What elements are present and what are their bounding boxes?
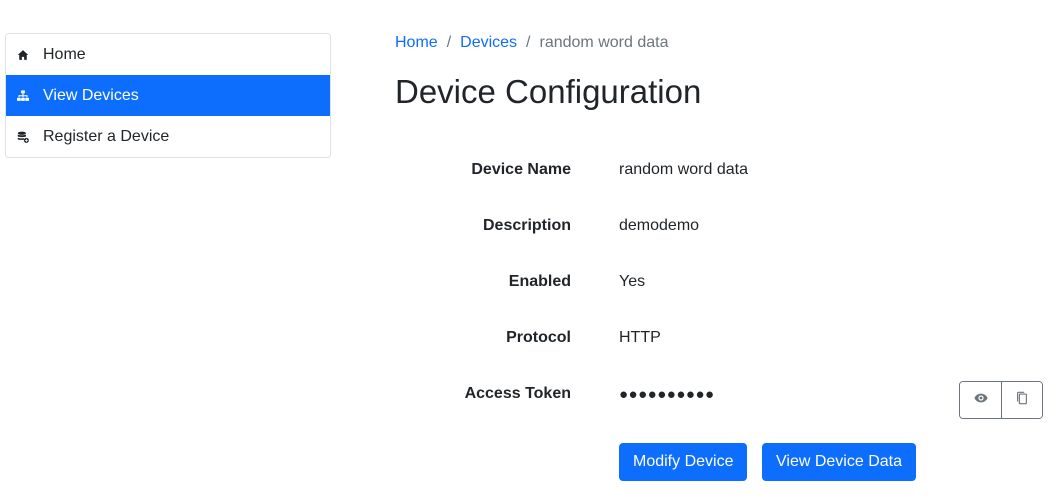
access-token-label: Access Token: [464, 385, 571, 402]
access-token-value: ●●●●●●●●●●: [619, 385, 715, 403]
detail-row-description: Description demodemo: [395, 214, 895, 238]
protocol-label: Protocol: [506, 329, 571, 346]
show-token-button[interactable]: [960, 382, 1001, 418]
sidebar-item-label: View Devices: [43, 87, 139, 104]
sidebar-nav: Home View Devices Register a Device: [5, 33, 331, 158]
detail-row-protocol: Protocol HTTP: [395, 326, 895, 350]
breadcrumb: Home / Devices / random word data: [395, 34, 668, 52]
sidebar-item-label: Register a Device: [43, 128, 170, 145]
breadcrumb-separator: /: [526, 34, 531, 51]
protocol-value: HTTP: [619, 329, 661, 346]
breadcrumb-devices-link[interactable]: Devices: [460, 34, 517, 52]
copy-token-button[interactable]: [1001, 382, 1042, 418]
sidebar-item-label: Home: [43, 45, 86, 63]
page-title: Device Configuration: [395, 73, 702, 110]
eye-icon: [973, 391, 988, 410]
sidebar-item-view-devices[interactable]: View Devices: [6, 75, 330, 116]
copy-icon: [1015, 391, 1029, 410]
view-device-data-button[interactable]: View Device Data: [762, 443, 916, 481]
breadcrumb-separator: /: [446, 34, 452, 51]
sidebar-item-register-device[interactable]: Register a Device: [6, 116, 330, 157]
breadcrumb-home-link[interactable]: Home: [395, 34, 438, 52]
enabled-value: Yes: [619, 273, 646, 290]
description-value: demodemo: [619, 217, 700, 234]
sidebar-item-home[interactable]: Home: [6, 34, 330, 75]
device-name-label: Device Name: [471, 161, 571, 178]
detail-row-access-token: Access Token ●●●●●●●●●●: [395, 382, 895, 406]
detail-row-enabled: Enabled Yes: [395, 270, 895, 294]
description-label: Description: [482, 217, 571, 234]
database-add-icon: [16, 130, 30, 144]
network-icon: [16, 89, 30, 103]
home-icon: [16, 48, 30, 62]
detail-row-device-name: Device Name random word data: [395, 158, 895, 182]
device-name-value: random word data: [619, 161, 748, 178]
enabled-label: Enabled: [508, 273, 571, 290]
breadcrumb-current: random word data: [539, 34, 669, 51]
token-button-group: [959, 381, 1043, 419]
modify-device-button[interactable]: Modify Device: [619, 443, 748, 481]
